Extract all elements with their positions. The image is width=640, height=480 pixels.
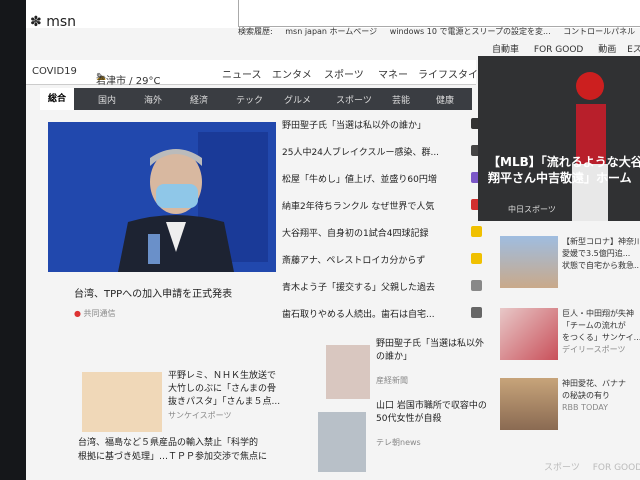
- main-story-title[interactable]: 台湾、TPPへの加入申請を正式発表: [74, 285, 232, 300]
- tab-sports[interactable]: スポーツ: [336, 93, 372, 106]
- history-item[interactable]: msn japan ホームページ: [285, 27, 377, 36]
- list-item[interactable]: 歯石取りやめる人続出。歯石は自宅...: [282, 301, 482, 328]
- tab-overseas[interactable]: 海外: [144, 93, 162, 106]
- source-icon: [471, 226, 482, 237]
- tab-domestic[interactable]: 国内: [98, 93, 116, 106]
- butterfly-icon: ✽: [30, 14, 42, 30]
- press-conference-photo: [48, 122, 276, 272]
- side-card[interactable]: 巨人・中田翔が失神 「チームの流れが をつくる」サンケイ... デイリースポーツ: [500, 308, 640, 368]
- nav-video[interactable]: 動画: [598, 45, 616, 55]
- list-item[interactable]: 青木よう子「援交する」父親した過去: [282, 274, 482, 301]
- feature-story[interactable]: 【MLB】「流れるような大谷 翔平さん中吉敬遠」ホーム 中日スポーツ: [478, 56, 640, 221]
- browser-screen: ✽ msn 検索履歴: msn japan ホームページ windows 10 …: [26, 0, 640, 480]
- thumbnail[interactable]: [326, 345, 370, 399]
- source-icon: [471, 307, 482, 318]
- nav-esports[interactable]: Eスポーツ: [627, 45, 640, 55]
- bottom-nav: スポーツ FOR GOOD: [544, 460, 640, 473]
- source-icon: [471, 253, 482, 264]
- main-story-image[interactable]: [48, 122, 276, 272]
- list-item[interactable]: 松屋「牛めし」値上げ、並盛り60円増: [282, 166, 482, 193]
- thumbnail: [500, 308, 558, 360]
- brand-name: msn: [46, 14, 76, 30]
- tab-celebrity[interactable]: 芸能: [392, 93, 410, 106]
- weather-text: 君津市 / 29°C: [96, 76, 161, 87]
- nav-forgood[interactable]: FOR GOOD: [534, 45, 583, 55]
- story-card[interactable]: 野田聖子氏「当選は私以外 の誰か」 産経新聞: [376, 338, 484, 387]
- list-item[interactable]: 大谷翔平、自身初の1試合4四球記録: [282, 220, 482, 247]
- headline-list: 野田聖子氏「当選は私以外の誰か」 25人中24人ブレイクスルー感染、群... 松…: [282, 112, 482, 328]
- story-card[interactable]: 平野レミ、ＮＨＫ生放送で 大竹しのぶに「さんまの骨 抜きパスタ」「さんま５点..…: [168, 370, 280, 422]
- main-nav: COVID19 ☁ 君津市 / 29°C ✎ ニュース エンタメ スポーツ マネ…: [26, 60, 488, 87]
- tab-gourmet[interactable]: グルメ: [284, 93, 311, 106]
- msn-logo[interactable]: ✽ msn: [30, 14, 76, 30]
- source-icon: ●: [74, 309, 81, 318]
- list-item[interactable]: 斎藤アナ、ペレストロイカ分からず: [282, 247, 482, 274]
- category-tabs: 総合 国内 海外 経済 テック グルメ スポーツ 芸能 健康: [40, 88, 472, 110]
- list-item[interactable]: 25人中24人ブレイクスルー感染、群...: [282, 139, 482, 166]
- tab-general[interactable]: 総合: [40, 88, 75, 110]
- covid-link[interactable]: COVID19: [32, 66, 77, 77]
- nav-sports[interactable]: スポーツ: [324, 66, 364, 81]
- feature-title: 【MLB】「流れるような大谷 翔平さん中吉敬遠」ホーム: [488, 155, 640, 185]
- tab-tech[interactable]: テック: [236, 93, 263, 106]
- nav-sports-bottom[interactable]: スポーツ: [544, 463, 580, 473]
- nav-money[interactable]: マネー: [378, 66, 408, 81]
- baseball-photo: [478, 56, 640, 221]
- edit-icon[interactable]: ✎: [96, 72, 104, 83]
- nav-auto[interactable]: 自動車: [492, 45, 519, 55]
- nav-forgood-bottom[interactable]: FOR GOOD: [593, 463, 640, 473]
- search-input[interactable]: [238, 0, 640, 27]
- main-story-source: ● 共同通信: [74, 309, 116, 318]
- list-item[interactable]: 野田聖子氏「当選は私以外の誰か」: [282, 112, 482, 139]
- story-card[interactable]: 台湾、福島など５県産品の輸入禁止「科学的 根拠に基づき処理」…ＴＰＰ参加交渉で焦…: [78, 436, 267, 464]
- history-item[interactable]: コントロールパネル: [563, 27, 635, 36]
- thumbnail: [500, 378, 558, 430]
- nav-news[interactable]: ニュース: [222, 66, 262, 81]
- nav-right: 自動車 FOR GOOD 動画 Eスポーツ: [492, 42, 640, 55]
- feature-source: 中日スポーツ: [508, 205, 556, 214]
- list-item[interactable]: 納車2年待ちランクル なぜ世界で人気: [282, 193, 482, 220]
- nav-entertainment[interactable]: エンタメ: [272, 66, 312, 81]
- tab-health[interactable]: 健康: [436, 93, 454, 106]
- search-history: 検索履歴: msn japan ホームページ windows 10 で電源とスリ…: [238, 26, 640, 40]
- source-icon: [471, 280, 482, 291]
- side-card[interactable]: 【新型コロナ】神奈川 愛媛で3.5億円追... 状態で自宅から救急...: [500, 236, 640, 296]
- thumbnail[interactable]: [82, 372, 162, 432]
- history-label: 検索履歴:: [238, 27, 273, 36]
- thumbnail[interactable]: [318, 412, 366, 472]
- tab-economy[interactable]: 経済: [190, 93, 208, 106]
- story-card[interactable]: 山口 岩国市職所で収容中の 50代女性が自殺 テレ朝news: [376, 400, 487, 449]
- side-card[interactable]: 神田愛花、バナナ の秘訣の有り RBB TODAY: [500, 378, 640, 438]
- history-item[interactable]: windows 10 で電源とスリープの設定を変...: [390, 27, 551, 36]
- top-bar: ✽ msn: [26, 0, 640, 30]
- thumbnail: [500, 236, 558, 288]
